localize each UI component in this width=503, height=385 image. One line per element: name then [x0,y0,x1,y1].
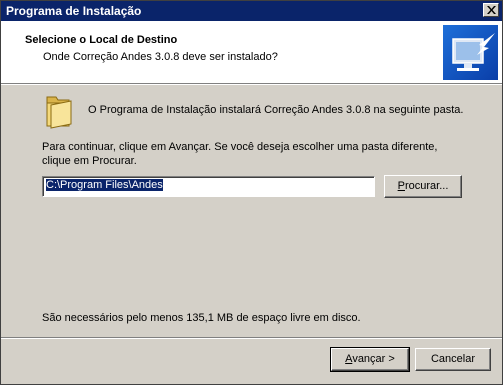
title-bar[interactable]: Programa de Instalação [1,1,502,21]
disk-space-text: São necessários pelo menos 135,1 MB de e… [42,312,361,324]
continue-instructions: Para continuar, clique em Avançar. Se vo… [42,140,437,168]
folder-icon [46,96,72,129]
browse-button[interactable]: Procurar... [384,175,462,198]
continue-line-1: Para continuar, clique em Avançar. Se vo… [42,141,438,153]
next-button[interactable]: Avançar > [330,347,410,372]
browse-label: rocurar... [404,180,449,192]
next-label: vançar > [352,353,395,365]
page-title: Selecione o Local de Destino [25,34,178,46]
cancel-button[interactable]: Cancelar [415,348,491,371]
header-divider [1,83,502,85]
wizard-header: Selecione o Local de Destino Onde Correç… [1,21,502,83]
destination-path-input[interactable]: C:\Program Files\Andes [42,176,375,197]
destination-path-value: C:\Program Files\Andes [46,179,163,191]
close-button[interactable] [483,3,499,17]
browse-mnemonic: P [397,180,405,192]
install-info-text: O Programa de Instalação instalará Corre… [88,104,464,116]
continue-line-2: clique em Procurar. [42,155,137,167]
close-icon [487,6,496,14]
page-subtitle: Onde Correção Andes 3.0.8 deve ser insta… [43,51,278,63]
footer-divider [1,337,502,339]
window-title: Programa de Instalação [6,4,142,18]
computer-install-icon [443,25,498,80]
installer-window: Programa de Instalação Selecione o Local… [0,0,503,385]
